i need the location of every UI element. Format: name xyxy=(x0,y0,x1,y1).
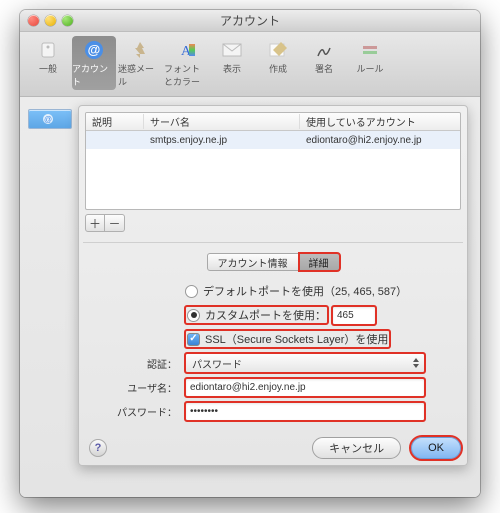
titlebar: アカウント xyxy=(20,10,480,32)
password-input[interactable] xyxy=(185,402,425,421)
account-list-item[interactable]: @ xyxy=(28,109,72,129)
toolbar-general[interactable]: 一般 xyxy=(26,36,70,90)
server-table[interactable]: 説明 サーバ名 使用しているアカウント smtps.enjoy.ne.jp ed… xyxy=(85,112,461,210)
divider xyxy=(83,242,463,243)
auth-select[interactable]: パスワード xyxy=(185,353,425,373)
default-ports-radio[interactable] xyxy=(185,285,198,298)
password-row: パスワード： xyxy=(85,399,461,423)
toolbar-signatures[interactable]: 署名 xyxy=(302,36,346,90)
ssl-label: SSL（Secure Sockets Layer）を使用 xyxy=(205,331,388,347)
toolbar-junk[interactable]: 迷惑メール xyxy=(118,36,162,90)
help-button[interactable]: ? xyxy=(89,439,107,457)
toolbar-fonts[interactable]: A フォントとカラー xyxy=(164,36,208,90)
custom-port-row: カスタムポートを使用： xyxy=(85,303,461,327)
preferences-window: アカウント 一般 @ アカウント 迷惑メール A フォントとカラー xyxy=(20,10,480,497)
compose-icon xyxy=(264,38,292,62)
toolbar: 一般 @ アカウント 迷惑メール A フォントとカラー 表示 xyxy=(20,32,480,97)
add-remove-buttons: ＋ － xyxy=(85,214,461,232)
col-account: 使用しているアカウント xyxy=(300,114,460,129)
custom-port-radio[interactable] xyxy=(187,309,200,322)
cancel-button[interactable]: キャンセル xyxy=(312,437,401,459)
ssl-checkbox[interactable] xyxy=(187,333,200,346)
toolbar-rules[interactable]: ルール xyxy=(348,36,392,90)
password-label: パスワード： xyxy=(85,404,185,419)
toolbar-composing[interactable]: 作成 xyxy=(256,36,300,90)
switch-icon xyxy=(34,38,62,62)
col-desc: 説明 xyxy=(86,114,144,129)
rules-icon xyxy=(356,38,384,62)
tab-account-info[interactable]: アカウント情報 xyxy=(207,253,299,271)
tab-advanced[interactable]: 詳細 xyxy=(299,253,340,271)
add-button[interactable]: ＋ xyxy=(85,214,105,232)
envelope-icon xyxy=(218,38,246,62)
custom-port-label: カスタムポートを使用： xyxy=(205,307,326,323)
default-ports-row: デフォルトポートを使用（25, 465, 587） xyxy=(85,279,461,303)
recycle-icon xyxy=(126,38,154,62)
svg-text:@: @ xyxy=(88,42,101,57)
auth-row: 認証： パスワード xyxy=(85,351,461,375)
username-input[interactable] xyxy=(185,378,425,397)
table-row[interactable]: smtps.enjoy.ne.jp ediontaro@hi2.enjoy.ne… xyxy=(86,131,460,149)
username-row: ユーザ名： xyxy=(85,375,461,399)
content-area: @ 説明 サーバ名 使用しているアカウント smtps.enjoy.ne.jp … xyxy=(20,97,480,497)
toolbar-viewing[interactable]: 表示 xyxy=(210,36,254,90)
svg-text:@: @ xyxy=(44,115,52,124)
col-server: サーバ名 xyxy=(144,114,300,129)
smtp-server-sheet: 説明 サーバ名 使用しているアカウント smtps.enjoy.ne.jp ed… xyxy=(78,105,468,466)
auth-label: 認証： xyxy=(85,356,185,371)
sheet-tabs: アカウント情報 詳細 xyxy=(85,253,461,271)
font-icon: A xyxy=(172,38,200,62)
username-label: ユーザ名： xyxy=(85,380,185,395)
ssl-row: SSL（Secure Sockets Layer）を使用 xyxy=(85,327,461,351)
table-header: 説明 サーバ名 使用しているアカウント xyxy=(86,113,460,131)
window-title: アカウント xyxy=(20,12,480,29)
sheet-footer: ? キャンセル OK xyxy=(85,437,461,459)
custom-port-input[interactable] xyxy=(332,306,376,325)
toolbar-accounts[interactable]: @ アカウント xyxy=(72,36,116,90)
signature-icon xyxy=(310,38,338,62)
at-icon: @ xyxy=(80,38,108,62)
at-small-icon: @ xyxy=(42,113,58,125)
remove-button[interactable]: － xyxy=(105,214,125,232)
default-ports-label: デフォルトポートを使用（25, 465, 587） xyxy=(203,283,407,299)
ok-button[interactable]: OK xyxy=(411,437,461,459)
